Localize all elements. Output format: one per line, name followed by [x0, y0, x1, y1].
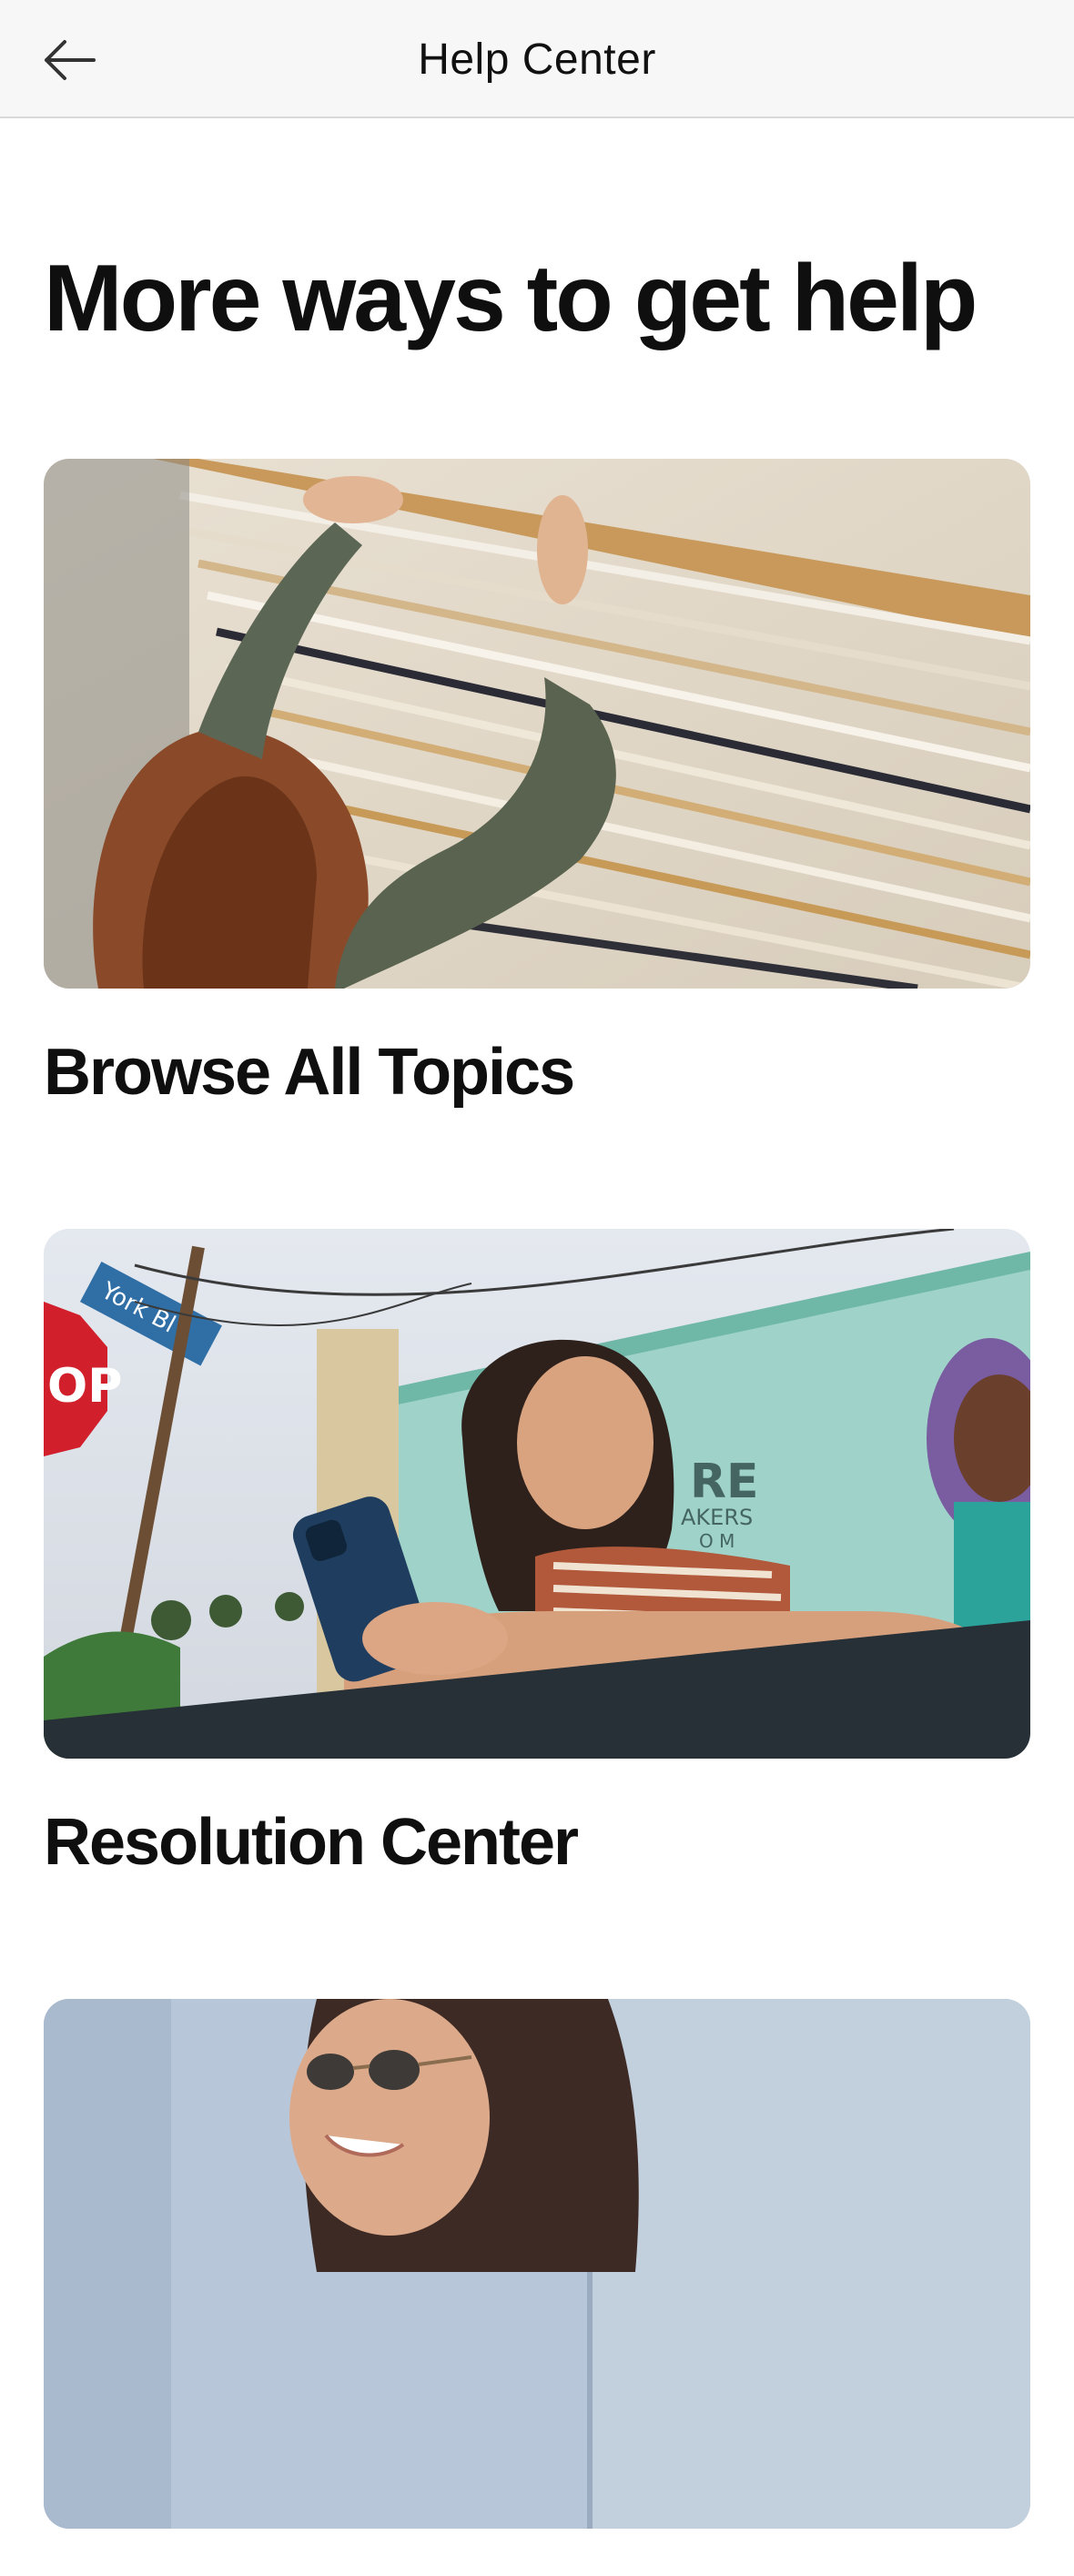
resolution-center-photo: RE AKERS O M OP York Bl: [44, 1229, 1030, 1759]
browse-topics-photo: [44, 459, 1030, 989]
third-card-photo: [44, 1999, 1030, 2529]
svg-text:O M: O M: [699, 1530, 735, 1552]
resolution-center-card[interactable]: RE AKERS O M OP York Bl Resolution Cente…: [44, 1229, 1030, 1879]
app-header: Help Center: [0, 0, 1074, 118]
browse-all-topics-card[interactable]: Browse All Topics: [44, 459, 1030, 1109]
card-title: Resolution Center: [44, 1806, 579, 1879]
section-heading: More ways to get help: [44, 246, 978, 351]
help-option-card[interactable]: [44, 1999, 1030, 2576]
page-title: Help Center: [418, 35, 656, 84]
svg-text:RE: RE: [690, 1455, 759, 1509]
card-title: Browse All Topics: [44, 1036, 575, 1109]
svg-text:AKERS: AKERS: [681, 1505, 753, 1530]
svg-text:OP: OP: [47, 1359, 122, 1414]
